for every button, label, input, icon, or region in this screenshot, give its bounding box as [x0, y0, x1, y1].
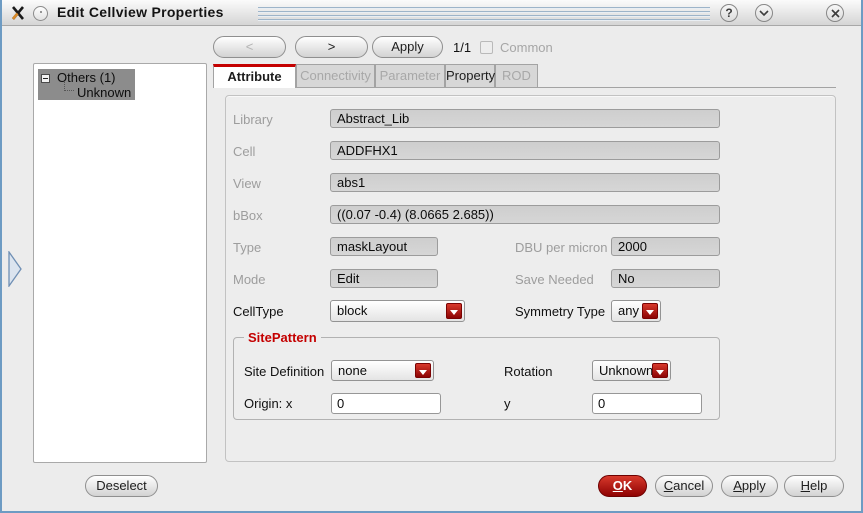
symmetry-type-dropdown[interactable]: any: [611, 300, 661, 322]
rotation-value: Unknown: [599, 363, 654, 378]
next-button[interactable]: >: [295, 36, 368, 58]
symmetry-type-label: Symmetry Type: [515, 304, 606, 319]
tab-rod[interactable]: ROD: [495, 64, 538, 88]
page-indicator: 1/1: [453, 40, 472, 55]
site-definition-dropdown[interactable]: none: [331, 360, 434, 381]
ok-button[interactable]: OK: [598, 475, 647, 497]
dbu-field: 2000: [611, 237, 720, 256]
dbu-label: DBU per micron: [515, 240, 608, 255]
site-definition-label: Site Definition: [244, 364, 325, 379]
window-menu-icon[interactable]: [33, 6, 48, 21]
save-needed-field: No: [611, 269, 720, 288]
chevron-down-icon[interactable]: [642, 303, 658, 319]
tree-branch-connector: [64, 82, 74, 91]
titlebar[interactable]: Edit Cellview Properties ?: [2, 0, 861, 26]
view-label: View: [233, 176, 261, 191]
virtuoso-app-icon: [11, 6, 24, 20]
origin-x-input[interactable]: [331, 393, 441, 414]
rotation-dropdown[interactable]: Unknown: [592, 360, 671, 381]
cell-type-value: block: [337, 303, 368, 318]
save-needed-label: Save Needed: [515, 272, 594, 287]
object-tree-panel[interactable]: Others (1) Unknown: [33, 63, 207, 463]
site-pattern-title: SitePattern: [244, 330, 321, 345]
tab-property[interactable]: Property: [445, 64, 495, 88]
help-icon[interactable]: ?: [720, 4, 738, 22]
origin-y-label: y: [504, 396, 511, 411]
type-label: Type: [233, 240, 262, 255]
rotation-label: Rotation: [504, 364, 553, 379]
tab-attribute[interactable]: Attribute: [213, 64, 296, 88]
bbox-field: ((0.07 -0.4) (8.0665 2.685)): [330, 205, 720, 224]
origin-y-input[interactable]: [592, 393, 702, 414]
close-icon[interactable]: [826, 4, 844, 22]
common-checkbox[interactable]: [480, 41, 493, 54]
library-field: Abstract_Lib: [330, 109, 720, 128]
tree-expander-icon[interactable]: [41, 74, 50, 83]
help-button[interactable]: Help: [784, 475, 844, 497]
deselect-button[interactable]: Deselect: [85, 475, 158, 497]
cell-type-dropdown[interactable]: block: [330, 300, 465, 322]
chevron-down-icon[interactable]: [415, 363, 431, 378]
cancel-button[interactable]: Cancel: [655, 475, 713, 497]
tab-parameter[interactable]: Parameter: [375, 64, 445, 88]
cell-label: Cell: [233, 144, 256, 159]
mode-field: Edit: [330, 269, 438, 288]
apply-top-button[interactable]: Apply: [372, 36, 443, 58]
window-title: Edit Cellview Properties: [57, 4, 224, 20]
chevron-down-icon[interactable]: [652, 363, 668, 378]
tree-item-unknown[interactable]: Unknown: [77, 85, 131, 100]
common-checkbox-label: Common: [500, 40, 553, 55]
bbox-label: bBox: [233, 208, 263, 223]
titlebar-decoration: [258, 7, 710, 21]
symmetry-type-value: any: [618, 303, 639, 318]
cell-field: ADDFHX1: [330, 141, 720, 160]
view-field: abs1: [330, 173, 720, 192]
library-label: Library: [233, 112, 273, 127]
chevron-down-icon[interactable]: [446, 303, 462, 319]
shade-icon[interactable]: [755, 4, 773, 22]
cell-type-label: CellType: [233, 304, 284, 319]
type-field: maskLayout: [330, 237, 438, 256]
prev-button[interactable]: <: [213, 36, 286, 58]
site-definition-value: none: [338, 363, 367, 378]
edit-cellview-properties-dialog: Edit Cellview Properties ? < > Apply 1/1…: [0, 0, 863, 513]
mode-label: Mode: [233, 272, 266, 287]
panel-expand-arrow-icon[interactable]: [7, 251, 23, 287]
apply-button[interactable]: Apply: [721, 475, 778, 497]
site-pattern-group: SitePattern Site Definition none Rotatio…: [233, 330, 720, 420]
tab-connectivity[interactable]: Connectivity: [296, 64, 375, 88]
origin-x-label: Origin: x: [244, 396, 293, 411]
